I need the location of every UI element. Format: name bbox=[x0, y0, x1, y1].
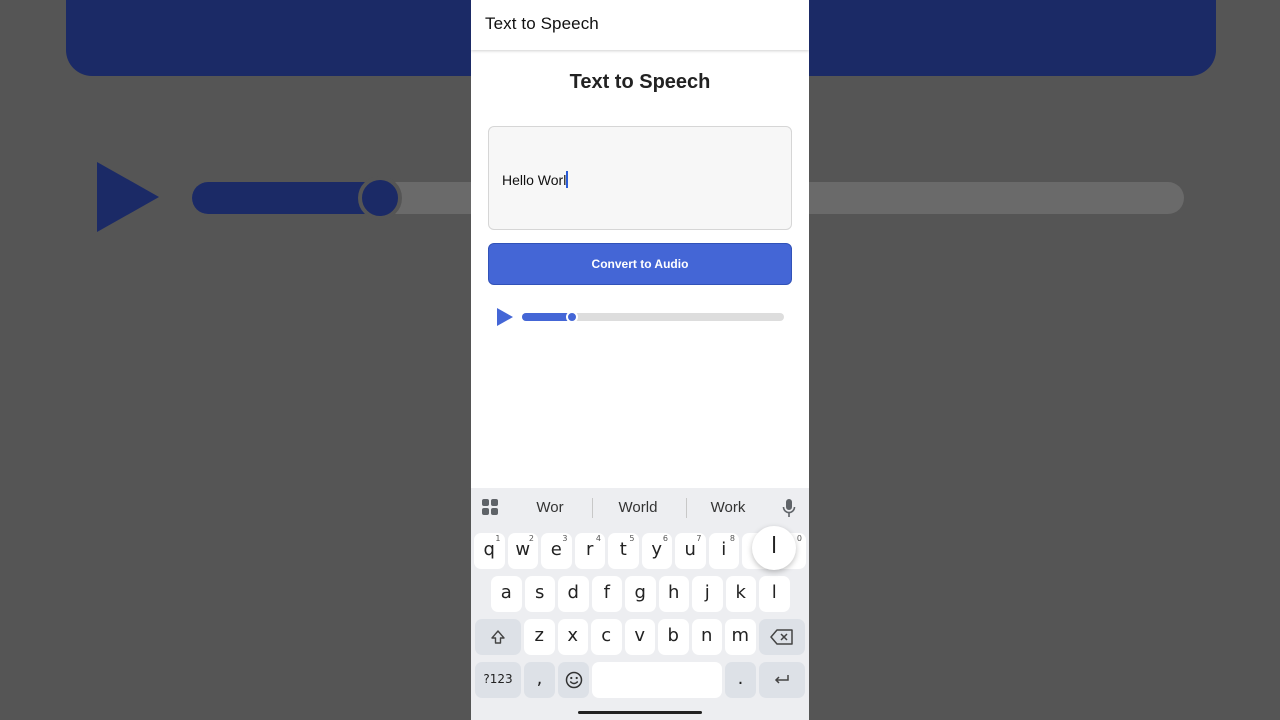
page-title: Text to Speech bbox=[569, 71, 711, 93]
audio-progress-fill bbox=[522, 313, 572, 321]
key-number-hint: 8 bbox=[729, 534, 735, 543]
key-a[interactable]: a bbox=[491, 576, 522, 612]
key-r[interactable]: r4 bbox=[574, 533, 605, 569]
key-label: y bbox=[651, 539, 663, 560]
key-label: r bbox=[586, 539, 594, 560]
emoji-icon bbox=[565, 671, 582, 689]
symbols-key[interactable]: ?123 bbox=[475, 662, 521, 698]
keyboard-apps-icon[interactable] bbox=[482, 499, 500, 517]
key-number-hint: 3 bbox=[562, 534, 568, 543]
backspace-icon bbox=[770, 629, 793, 645]
microphone-icon[interactable] bbox=[781, 498, 797, 518]
key-number-hint: 5 bbox=[629, 534, 635, 543]
comma-key[interactable]: , bbox=[524, 662, 555, 698]
suggestion-1[interactable]: Wor bbox=[510, 499, 590, 516]
phone-screen: Text to Speech Text to Speech Hello Worl… bbox=[471, 0, 809, 720]
key-label: f bbox=[603, 582, 610, 603]
enter-key[interactable] bbox=[759, 662, 805, 698]
key-label: k bbox=[735, 582, 746, 603]
key-label: b bbox=[667, 625, 679, 646]
key-label: e bbox=[550, 539, 562, 560]
background-progress-fill bbox=[192, 182, 382, 214]
key-label: v bbox=[634, 625, 646, 646]
key-label: z bbox=[534, 625, 544, 646]
key-k[interactable]: k bbox=[725, 576, 756, 612]
key-v[interactable]: v bbox=[624, 619, 655, 655]
app-bar-title: Text to Speech bbox=[485, 14, 599, 33]
key-e[interactable]: e3 bbox=[541, 533, 572, 569]
key-number-hint: 2 bbox=[528, 534, 534, 543]
text-cursor bbox=[566, 171, 569, 188]
text-input-value: Hello Worl bbox=[502, 171, 569, 188]
suggestion-3[interactable]: Work bbox=[688, 499, 768, 516]
key-label: d bbox=[567, 582, 579, 603]
backspace-key[interactable] bbox=[759, 619, 805, 655]
key-x[interactable]: x bbox=[557, 619, 588, 655]
convert-to-audio-button[interactable]: Convert to Audio bbox=[488, 243, 792, 285]
key-label: s bbox=[535, 582, 545, 603]
key-n[interactable]: n bbox=[691, 619, 722, 655]
key-label: l bbox=[771, 582, 777, 603]
key-label: g bbox=[634, 582, 646, 603]
text-input[interactable]: Hello Worl bbox=[488, 126, 792, 230]
key-number-hint: 7 bbox=[696, 534, 702, 543]
key-number-hint: 4 bbox=[595, 534, 601, 543]
keyboard: Wor World Work q1w2e3r4t5y6u7i8o9p0 asdf… bbox=[471, 488, 809, 720]
key-label: c bbox=[601, 625, 612, 646]
audio-progress-thumb[interactable] bbox=[565, 311, 578, 323]
enter-icon bbox=[774, 675, 789, 684]
key-f[interactable]: f bbox=[591, 576, 622, 612]
audio-progress-slider[interactable] bbox=[522, 311, 784, 323]
key-label: n bbox=[701, 625, 713, 646]
key-label: x bbox=[567, 625, 579, 646]
space-key[interactable] bbox=[592, 662, 722, 698]
key-w[interactable]: w2 bbox=[507, 533, 538, 569]
app-bar: Text to Speech bbox=[471, 0, 809, 50]
key-j[interactable]: j bbox=[692, 576, 723, 612]
key-label: w bbox=[515, 539, 531, 560]
suggestion-divider bbox=[686, 498, 687, 518]
play-icon[interactable] bbox=[497, 308, 513, 326]
background-play-icon bbox=[97, 162, 159, 232]
key-label: a bbox=[500, 582, 512, 603]
home-indicator[interactable] bbox=[578, 711, 702, 714]
key-b[interactable]: b bbox=[658, 619, 689, 655]
shift-key[interactable] bbox=[475, 619, 521, 655]
key-number-hint: 0 bbox=[796, 534, 802, 543]
key-i[interactable]: i8 bbox=[708, 533, 739, 569]
key-label: j bbox=[704, 582, 710, 603]
key-preview-popup: l bbox=[752, 526, 796, 570]
key-u[interactable]: u7 bbox=[675, 533, 706, 569]
background-progress-thumb bbox=[358, 176, 402, 220]
key-l[interactable]: l bbox=[759, 576, 790, 612]
key-label: u bbox=[684, 539, 696, 560]
key-s[interactable]: s bbox=[524, 576, 555, 612]
key-c[interactable]: c bbox=[591, 619, 622, 655]
key-label: t bbox=[619, 539, 627, 560]
key-t[interactable]: t5 bbox=[608, 533, 639, 569]
key-d[interactable]: d bbox=[558, 576, 589, 612]
key-q[interactable]: q1 bbox=[474, 533, 505, 569]
key-m[interactable]: m bbox=[725, 619, 756, 655]
suggestion-divider bbox=[592, 498, 593, 518]
suggestion-2[interactable]: World bbox=[598, 499, 678, 516]
key-z[interactable]: z bbox=[524, 619, 555, 655]
key-number-hint: 1 bbox=[495, 534, 501, 543]
key-y[interactable]: y6 bbox=[641, 533, 672, 569]
key-label: h bbox=[668, 582, 680, 603]
period-key[interactable]: . bbox=[725, 662, 756, 698]
key-label: q bbox=[483, 539, 495, 560]
key-g[interactable]: g bbox=[625, 576, 656, 612]
suggestion-bar: Wor World Work bbox=[471, 488, 809, 528]
shift-icon bbox=[491, 630, 505, 644]
key-label: i bbox=[721, 539, 727, 560]
key-h[interactable]: h bbox=[658, 576, 689, 612]
key-label: m bbox=[731, 625, 750, 646]
emoji-key[interactable] bbox=[558, 662, 589, 698]
key-number-hint: 6 bbox=[662, 534, 668, 543]
